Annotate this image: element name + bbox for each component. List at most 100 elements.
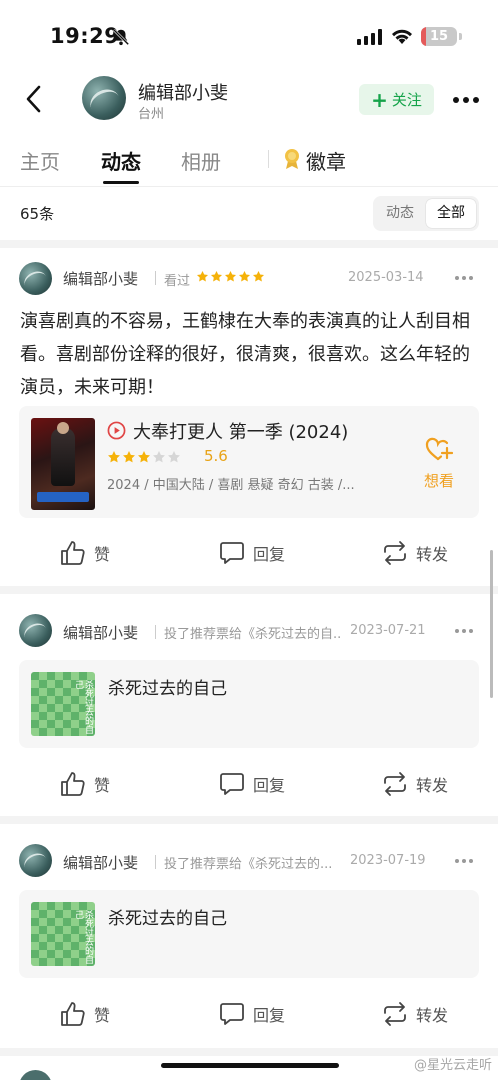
want-to-watch-label[interactable]: 想看 <box>424 470 454 491</box>
star-icon <box>138 451 150 463</box>
post-action: 投了推荐票给《杀死过去的... <box>164 857 333 872</box>
filter-segmented-control: 动态 全部 <box>373 196 479 231</box>
movie-score: 5.6 <box>204 447 228 465</box>
comment-button[interactable]: 回复 <box>219 994 285 1034</box>
home-indicator[interactable] <box>161 1063 339 1068</box>
post-author[interactable]: 编辑部小斐 <box>63 268 138 289</box>
thumbs-up-icon <box>61 541 85 565</box>
repost-icon <box>384 541 406 565</box>
follow-button[interactable]: + 关注 <box>359 84 434 115</box>
repost-button[interactable]: 转发 <box>382 764 448 804</box>
repost-button[interactable]: 转发 <box>382 994 448 1034</box>
tab-album[interactable]: 相册 <box>181 146 221 175</box>
post-action: 投了推荐票给《杀死过去的自.. <box>164 627 342 642</box>
more-options-icon[interactable] <box>454 275 474 281</box>
post-count: 65条 <box>20 205 55 223</box>
tab-activity[interactable]: 动态 <box>101 146 141 175</box>
post-actions: 赞 回复 转发 <box>0 764 498 804</box>
tab-badges[interactable]: 徽章 <box>306 146 346 175</box>
movie-rating-stars <box>107 450 181 464</box>
filter-option-activity[interactable]: 动态 <box>376 199 424 228</box>
movie-meta: 2024 / 中国大陆 / 喜剧 悬疑 奇幻 古装 /... <box>107 478 355 493</box>
thumbs-up-icon <box>61 1002 85 1026</box>
battery-tip <box>459 33 462 40</box>
card-title: 杀死过去的自己 <box>108 909 227 929</box>
star-icon <box>252 270 265 282</box>
comment-icon <box>220 542 244 564</box>
repost-icon <box>384 1002 406 1026</box>
play-circle-icon <box>107 421 126 440</box>
tab-separator <box>268 150 269 168</box>
movie-poster <box>31 418 95 510</box>
like-button[interactable]: 赞 <box>60 764 110 804</box>
recommend-card[interactable]: 杀死过去的自己 杀死过去的自己 <box>19 890 479 978</box>
recommend-card[interactable]: 杀死过去的自己 杀死过去的自己 <box>19 660 479 748</box>
like-label: 赞 <box>94 1006 111 1025</box>
medal-icon <box>285 149 299 169</box>
post-avatar[interactable] <box>19 844 52 877</box>
comment-button[interactable]: 回复 <box>219 533 285 573</box>
plus-icon: + <box>371 87 388 112</box>
active-tab-indicator <box>103 181 139 184</box>
profile-avatar[interactable] <box>82 76 126 120</box>
star-icon <box>153 451 165 463</box>
post-avatar[interactable] <box>19 1070 52 1080</box>
cover-image: 杀死过去的自己 <box>31 672 95 736</box>
more-options-icon[interactable] <box>454 628 474 634</box>
comment-icon <box>220 1003 244 1025</box>
star-icon <box>196 270 209 282</box>
repost-label: 转发 <box>416 545 449 564</box>
heart-plus-icon[interactable] <box>425 436 453 462</box>
filter-option-all[interactable]: 全部 <box>426 199 476 228</box>
follow-label: 关注 <box>391 91 422 109</box>
tab-home[interactable]: 主页 <box>20 146 60 175</box>
battery-icon: 15 <box>421 27 457 46</box>
back-arrow-icon[interactable] <box>20 82 48 116</box>
scrollbar[interactable] <box>490 550 493 698</box>
like-button[interactable]: 赞 <box>60 994 110 1034</box>
post-action: 看过 <box>164 274 191 289</box>
post-actions: 赞 回复 转发 <box>0 533 498 573</box>
status-time: 19:29 <box>50 24 120 48</box>
status-bar: 19:29 15 <box>0 0 498 70</box>
repost-label: 转发 <box>416 776 449 795</box>
star-icon <box>108 451 120 463</box>
section-gap <box>0 240 498 248</box>
cover-text: 杀死过去的自己 <box>73 910 93 964</box>
cover-text: 杀死过去的自己 <box>73 680 93 734</box>
feed-post: 编辑部小斐 看过 2025-03-14 演喜剧真的不容易，王鹤棣在大奉的表演真的… <box>0 248 498 586</box>
comment-label: 回复 <box>253 1006 286 1025</box>
like-label: 赞 <box>94 776 111 795</box>
repost-button[interactable]: 转发 <box>382 533 448 573</box>
star-icon <box>224 270 237 282</box>
post-author[interactable]: 编辑部小斐 <box>63 622 138 643</box>
profile-tabs: 主页 动态 相册 徽章 <box>0 138 498 186</box>
comment-button[interactable]: 回复 <box>219 764 285 804</box>
profile-location: 台州 <box>138 107 165 122</box>
divider <box>0 186 498 187</box>
post-avatar[interactable] <box>19 262 52 295</box>
post-date: 2023-07-19 <box>350 853 426 868</box>
cover-image: 杀死过去的自己 <box>31 902 95 966</box>
section-gap <box>0 816 498 824</box>
section-gap <box>0 586 498 594</box>
wifi-icon <box>392 29 412 44</box>
post-date: 2025-03-14 <box>348 270 424 285</box>
bell-muted-icon <box>112 28 130 46</box>
profile-header: 编辑部小斐 台州 + 关注 <box>0 70 498 130</box>
battery-percent: 15 <box>429 29 449 44</box>
feed-post: 编辑部小斐 投了推荐票给《杀死过去的自.. 2023-07-21 杀死过去的自己… <box>0 594 498 816</box>
post-author[interactable]: 编辑部小斐 <box>63 852 138 873</box>
divider <box>155 271 156 285</box>
profile-name: 编辑部小斐 <box>138 83 228 104</box>
more-options-icon[interactable] <box>454 858 474 864</box>
repost-label: 转发 <box>416 1006 449 1025</box>
like-button[interactable]: 赞 <box>60 533 110 573</box>
movie-card[interactable]: 大奉打更人 第一季 (2024) 5.6 2024 / 中国大陆 / 喜剧 悬疑… <box>19 406 479 518</box>
star-icon <box>210 270 223 282</box>
like-label: 赞 <box>94 545 111 564</box>
more-options-icon[interactable] <box>452 96 480 104</box>
post-avatar[interactable] <box>19 614 52 647</box>
comment-icon <box>220 773 244 795</box>
post-text: 演喜剧真的不容易，王鹤棣在大奉的表演真的让人刮目相看。喜剧部份诠释的很好，很清爽… <box>20 311 470 398</box>
